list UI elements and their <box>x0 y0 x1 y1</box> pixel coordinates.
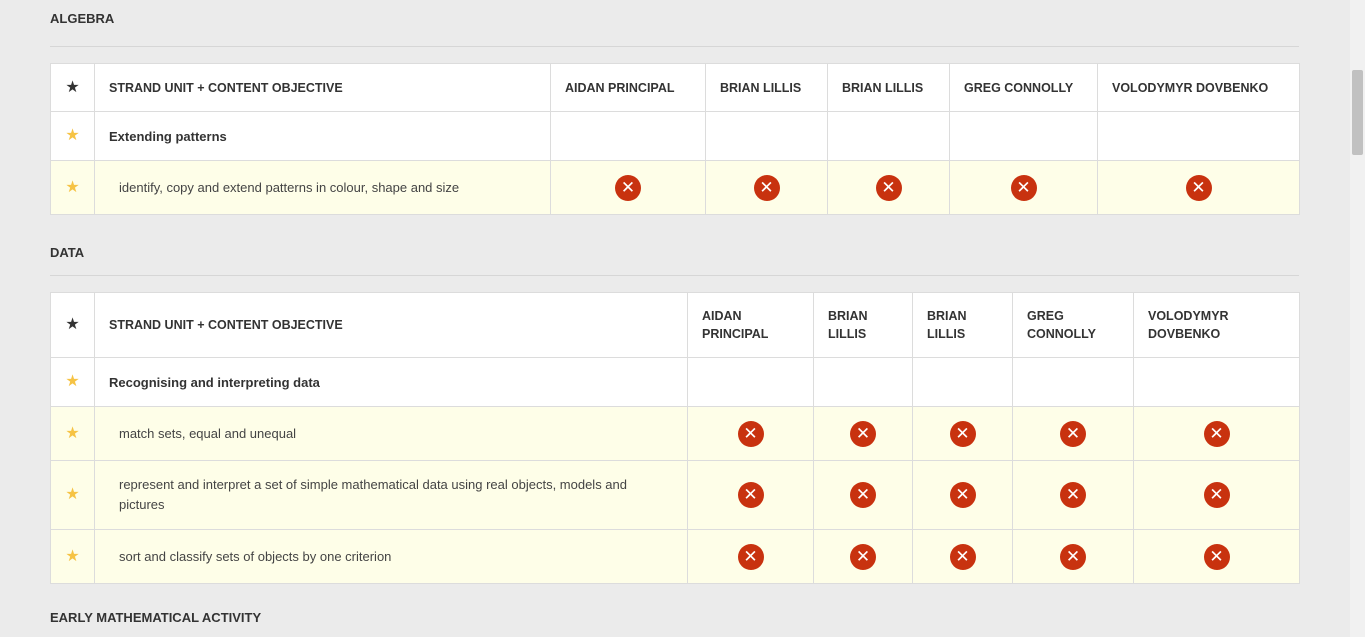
header-star-cell[interactable]: ★ <box>50 292 95 358</box>
star-cell[interactable]: ★ <box>50 357 95 407</box>
assessment-cell[interactable]: ✕ <box>705 160 828 215</box>
header-person: BRIAN LILLIS <box>827 63 950 112</box>
vertical-scrollbar[interactable] <box>1350 0 1365 637</box>
cross-circle-icon[interactable]: ✕ <box>753 174 780 201</box>
cross-circle-icon[interactable]: ✕ <box>1185 174 1212 201</box>
assessment-cell[interactable]: ✕ <box>1012 529 1134 584</box>
star-icon: ★ <box>65 547 80 565</box>
header-objective: STRAND UNIT + CONTENT OBJECTIVE <box>94 292 688 358</box>
assessment-cell[interactable]: ✕ <box>813 406 913 461</box>
cross-circle-icon[interactable]: ✕ <box>1060 482 1086 508</box>
cross-circle-icon[interactable]: ✕ <box>737 543 764 570</box>
header-person: GREG CONNOLLY <box>949 63 1098 112</box>
assessment-cell[interactable]: ✕ <box>912 460 1013 530</box>
assessment-cell[interactable]: ✕ <box>1012 460 1134 530</box>
star-icon: ★ <box>65 373 80 390</box>
assessment-cell[interactable]: ✕ <box>949 160 1098 215</box>
strand-label: Recognising and interpreting data <box>94 357 688 407</box>
cross-circle-icon[interactable]: ✕ <box>875 174 902 201</box>
header-person: GREG CONNOLLY <box>1012 292 1134 358</box>
assessment-cell[interactable]: ✕ <box>1097 160 1300 215</box>
cross-circle-icon[interactable]: ✕ <box>850 420 876 447</box>
assessment-cell[interactable]: ✕ <box>687 529 814 584</box>
assessment-cell[interactable]: ✕ <box>1012 406 1134 461</box>
cross-circle-icon[interactable]: ✕ <box>1060 543 1086 570</box>
assessment-cell[interactable]: ✕ <box>1133 406 1300 461</box>
objective-row: ★ sort and classify sets of objects by o… <box>50 529 1300 584</box>
header-person: VOLODYMYR DOVBENKO <box>1097 63 1300 112</box>
assessment-cell[interactable]: ✕ <box>827 160 950 215</box>
section-title-algebra: ALGEBRA <box>50 0 1299 47</box>
objective-text: identify, copy and extend patterns in co… <box>94 160 551 215</box>
cross-circle-icon[interactable]: ✕ <box>737 482 764 508</box>
star-cell[interactable]: ★ <box>50 529 95 584</box>
objective-text: match sets, equal and unequal <box>94 406 688 461</box>
assessment-cell[interactable]: ✕ <box>1133 460 1300 530</box>
header-person: BRIAN LILLIS <box>813 292 913 358</box>
assessment-cell[interactable]: ✕ <box>813 460 913 530</box>
table-header-row: ★ STRAND UNIT + CONTENT OBJECTIVE AIDAN … <box>50 63 1300 112</box>
cross-circle-icon[interactable]: ✕ <box>949 420 976 447</box>
assessment-cell[interactable]: ✕ <box>550 160 706 215</box>
cross-circle-icon[interactable]: ✕ <box>1010 174 1037 201</box>
objectives-table-data: ★ STRAND UNIT + CONTENT OBJECTIVE AIDAN … <box>50 292 1300 584</box>
objective-row: ★ match sets, equal and unequal ✕ ✕ ✕ ✕ … <box>50 406 1300 461</box>
assessment-cell[interactable]: ✕ <box>912 529 1013 584</box>
cross-circle-icon[interactable]: ✕ <box>850 543 876 570</box>
cross-circle-icon[interactable]: ✕ <box>1203 543 1230 570</box>
star-icon: ★ <box>65 127 80 144</box>
header-objective: STRAND UNIT + CONTENT OBJECTIVE <box>94 63 551 112</box>
assessment-cell[interactable]: ✕ <box>687 460 814 530</box>
assessment-cell[interactable]: ✕ <box>687 406 814 461</box>
header-star-cell[interactable]: ★ <box>50 63 95 112</box>
star-icon: ★ <box>65 316 80 333</box>
cross-circle-icon[interactable]: ✕ <box>737 420 764 447</box>
section-title-data: DATA <box>50 215 1299 276</box>
star-icon: ★ <box>65 486 80 503</box>
objectives-table-algebra: ★ STRAND UNIT + CONTENT OBJECTIVE AIDAN … <box>50 63 1300 215</box>
header-person: BRIAN LILLIS <box>705 63 828 112</box>
star-cell[interactable]: ★ <box>50 460 95 530</box>
cross-circle-icon[interactable]: ✕ <box>1203 482 1230 508</box>
objective-row: ★ represent and interpret a set of simpl… <box>50 460 1300 530</box>
strand-label: Extending patterns <box>94 111 551 161</box>
header-person: AIDAN PRINCIPAL <box>687 292 814 358</box>
objective-row: ★ identify, copy and extend patterns in … <box>50 160 1300 215</box>
star-cell[interactable]: ★ <box>50 160 95 215</box>
header-person: VOLODYMYR DOVBENKO <box>1133 292 1300 358</box>
scrollbar-thumb[interactable] <box>1352 70 1363 155</box>
cross-circle-icon[interactable]: ✕ <box>949 482 976 508</box>
assessment-cell[interactable]: ✕ <box>912 406 1013 461</box>
header-person: AIDAN PRINCIPAL <box>550 63 706 112</box>
cross-circle-icon[interactable]: ✕ <box>1203 420 1230 447</box>
star-cell[interactable]: ★ <box>50 111 95 161</box>
assessment-cell[interactable]: ✕ <box>813 529 913 584</box>
cross-circle-icon[interactable]: ✕ <box>615 174 641 201</box>
objective-text: represent and interpret a set of simple … <box>94 460 688 530</box>
strand-row: ★ Extending patterns <box>50 111 1300 161</box>
cross-circle-icon[interactable]: ✕ <box>1060 420 1086 447</box>
section-title-early-mathematical-activity: EARLY MATHEMATICAL ACTIVITY <box>50 609 262 625</box>
main-content: ALGEBRA ★ STRAND UNIT + CONTENT OBJECTIV… <box>50 0 1300 634</box>
strand-row: ★ Recognising and interpreting data <box>50 357 1300 407</box>
star-icon: ★ <box>65 178 80 196</box>
star-icon: ★ <box>65 424 80 442</box>
cross-circle-icon[interactable]: ✕ <box>850 482 876 508</box>
table-header-row: ★ STRAND UNIT + CONTENT OBJECTIVE AIDAN … <box>50 292 1300 358</box>
objective-text: sort and classify sets of objects by one… <box>94 529 688 584</box>
star-icon: ★ <box>65 78 80 96</box>
star-cell[interactable]: ★ <box>50 406 95 461</box>
cross-circle-icon[interactable]: ✕ <box>949 543 976 570</box>
header-person: BRIAN LILLIS <box>912 292 1013 358</box>
assessment-cell[interactable]: ✕ <box>1133 529 1300 584</box>
